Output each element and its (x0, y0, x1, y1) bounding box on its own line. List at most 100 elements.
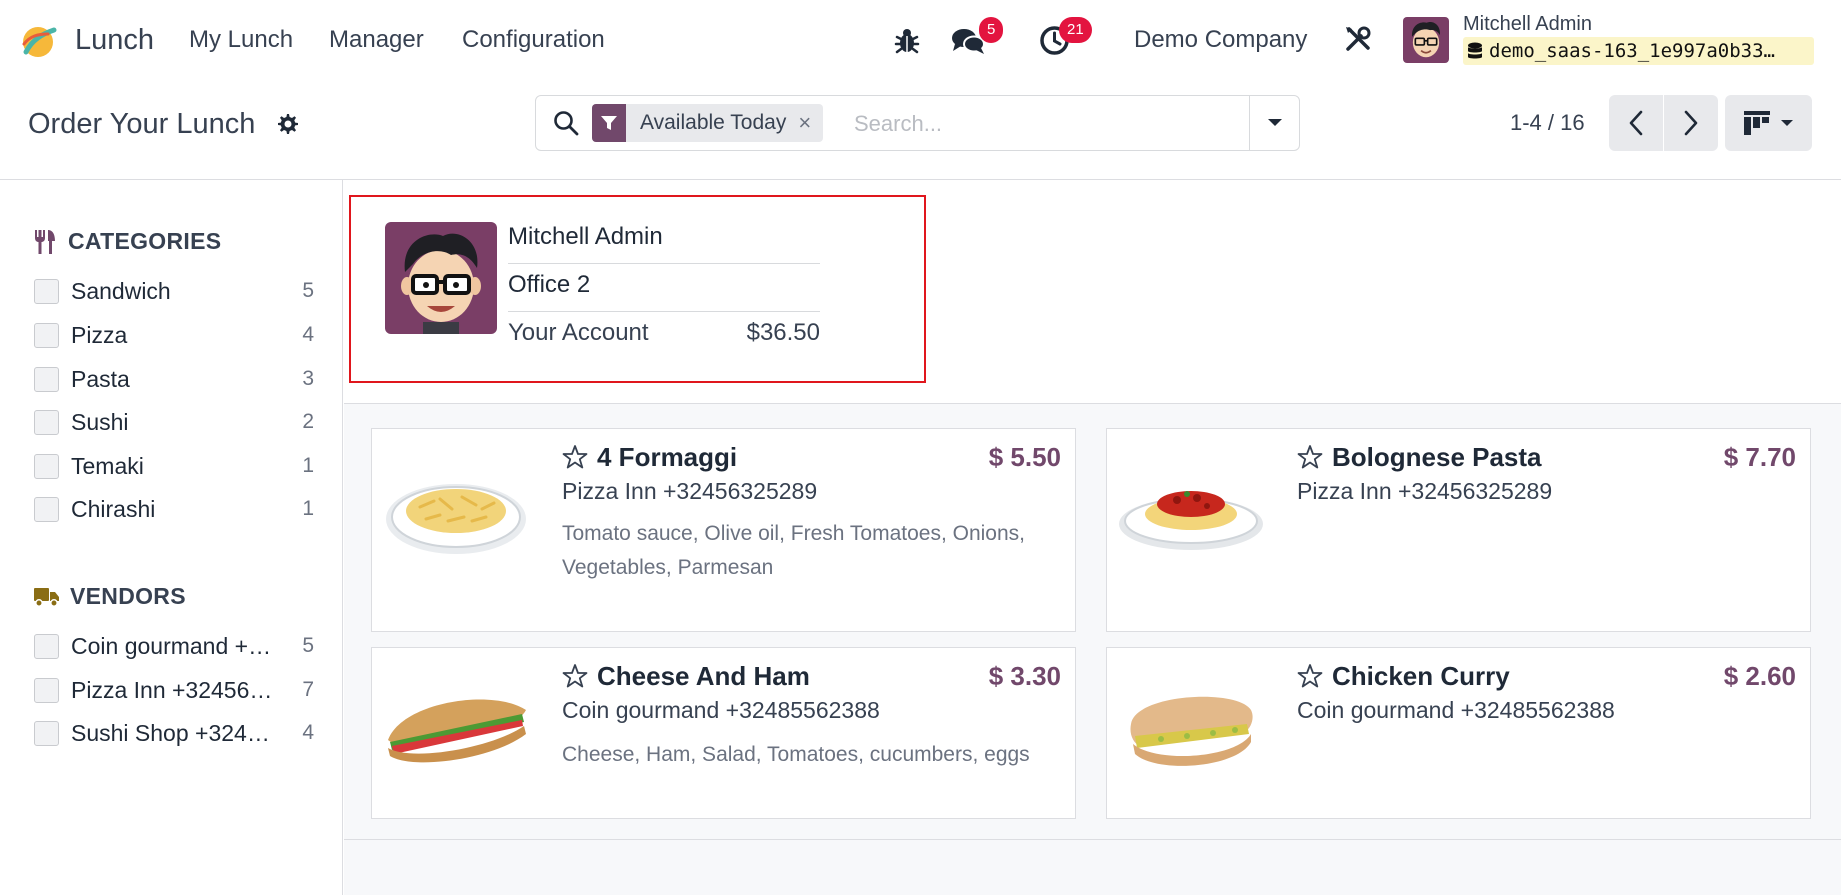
messages-badge: 5 (979, 17, 1004, 43)
star-icon[interactable] (562, 444, 588, 470)
product-vendor: Coin gourmand +32485562388 (1297, 697, 1615, 723)
product-vendor: Coin gourmand +32485562388 (562, 697, 880, 723)
category-checkbox[interactable] (34, 322, 59, 348)
category-checkbox[interactable] (34, 278, 59, 304)
filter-icon (592, 104, 626, 142)
search-facet: Available Today × (592, 104, 824, 142)
category-label: Temaki (71, 452, 144, 479)
category-label: Pizza (71, 321, 128, 348)
category-label: Chirashi (71, 495, 156, 522)
vendor-label: Coin gourmand +… (71, 632, 272, 659)
user-avatar[interactable] (385, 222, 497, 334)
category-item[interactable]: Sandwich 5 (34, 273, 314, 309)
category-label: Sushi (71, 408, 129, 435)
product-name: 4 Formaggi (597, 442, 738, 472)
star-icon[interactable] (562, 663, 588, 689)
product-card[interactable]: Cheese And Ham $ 3.30 Coin gourmand +324… (371, 647, 1076, 819)
category-checkbox[interactable] (34, 496, 59, 522)
vendor-checkbox[interactable] (34, 677, 59, 703)
star-icon[interactable] (1297, 444, 1323, 470)
account-balance: $36.50 (746, 319, 820, 346)
category-item[interactable]: Chirashi 1 (34, 491, 314, 527)
category-item[interactable]: Temaki 1 (34, 448, 314, 484)
search-icon[interactable] (552, 109, 580, 137)
bug-icon[interactable] (893, 25, 921, 55)
search-options-toggle[interactable] (1249, 96, 1299, 150)
user-avatar-small[interactable] (1403, 17, 1449, 63)
search-panel: CATEGORIES Sandwich 5 Pizza 4 Pasta 3 Sushi… (0, 180, 343, 895)
product-card[interactable]: Bolognese Pasta $ 7.70 Pizza Inn +324563… (1106, 428, 1811, 632)
kanban-bottom-divider (344, 839, 1841, 840)
user-name-field[interactable]: Mitchell Admin (508, 223, 820, 251)
app-logo-icon[interactable] (18, 22, 58, 62)
vendor-count: 4 (302, 721, 314, 744)
kanban-view-icon (1743, 111, 1770, 135)
product-price: $ 7.70 (1723, 442, 1796, 472)
search-bar: Available Today × (535, 95, 1300, 151)
vendor-item[interactable]: Coin gourmand +… 5 (34, 628, 314, 664)
product-name: Bolognese Pasta (1332, 442, 1542, 472)
pager-value[interactable]: 1-4 / 16 (1510, 106, 1585, 140)
category-count: 5 (302, 279, 314, 302)
vendor-label: Pizza Inn +32456… (71, 676, 273, 703)
app-name[interactable]: Lunch (75, 20, 154, 60)
category-count: 1 (302, 454, 314, 477)
category-item[interactable]: Pasta 3 (34, 361, 314, 397)
view-switcher-button[interactable] (1725, 95, 1812, 151)
gear-icon[interactable] (276, 112, 300, 136)
vendor-checkbox[interactable] (34, 720, 59, 746)
pager-previous-button[interactable] (1609, 95, 1663, 151)
highlight-box: Mitchell Admin Office 2 Your Account $36… (349, 195, 926, 383)
vendor-count: 7 (302, 678, 314, 701)
caret-down-icon (1780, 119, 1793, 126)
category-item[interactable]: Sushi 2 (34, 404, 314, 440)
category-label: Pasta (71, 365, 130, 392)
category-count: 1 (302, 497, 314, 520)
truck-icon (34, 587, 59, 607)
location-field[interactable]: Office 2 (508, 271, 820, 299)
vendor-checkbox[interactable] (34, 633, 59, 659)
category-checkbox[interactable] (34, 366, 59, 392)
product-price: $ 3.30 (988, 661, 1061, 691)
account-label: Your Account (508, 319, 649, 346)
lunch-user-panel: Mitchell Admin Office 2 Your Account $36… (344, 180, 1841, 404)
categories-header: CATEGORIES (34, 228, 221, 255)
database-name: demo_saas-163_1e997a0b33… (1489, 40, 1775, 62)
product-image (388, 699, 526, 763)
product-description: Tomato sauce, Olive oil, Fresh Tomatoes,… (562, 522, 1025, 579)
vendor-item[interactable]: Pizza Inn +32456… 7 (34, 672, 314, 708)
pager-next-button[interactable] (1664, 95, 1718, 151)
facet-remove-button[interactable]: × (798, 104, 823, 142)
vendor-label: Sushi Shop +324… (71, 719, 270, 746)
product-image (1119, 491, 1263, 550)
field-underline (508, 263, 820, 264)
database-indicator: demo_saas-163_1e997a0b33… (1463, 37, 1814, 65)
user-menu-name[interactable]: Mitchell Admin (1463, 11, 1592, 37)
database-icon (1468, 42, 1482, 59)
product-vendor: Pizza Inn +32456325289 (562, 478, 818, 504)
product-image (386, 484, 526, 554)
menu-configuration[interactable]: Configuration (462, 22, 605, 58)
product-card[interactable]: Chicken Curry $ 2.60 Coin gourmand +3248… (1106, 647, 1811, 819)
category-checkbox[interactable] (34, 453, 59, 479)
product-description: Cheese, Ham, Salad, Tomatoes, cucumbers,… (562, 743, 1030, 766)
menu-manager[interactable]: Manager (329, 22, 424, 58)
top-navbar: Lunch My Lunch Manager Configuration 5 2… (0, 0, 1841, 80)
chevron-right-icon (1684, 110, 1698, 136)
company-switcher[interactable]: Demo Company (1134, 22, 1307, 58)
product-name: Chicken Curry (1332, 661, 1510, 691)
tools-icon[interactable] (1343, 24, 1373, 54)
star-icon[interactable] (1297, 663, 1323, 689)
vendors-header: VENDORS (34, 583, 186, 610)
product-price: $ 2.60 (1723, 661, 1796, 691)
menu-my-lunch[interactable]: My Lunch (189, 22, 293, 58)
vendor-item[interactable]: Sushi Shop +324… 4 (34, 715, 314, 751)
field-underline (508, 311, 820, 312)
product-price: $ 5.50 (988, 442, 1061, 472)
category-item[interactable]: Pizza 4 (34, 317, 314, 353)
category-checkbox[interactable] (34, 409, 59, 435)
search-input[interactable] (854, 106, 1254, 142)
product-card[interactable]: 4 Formaggi $ 5.50 Pizza Inn +32456325289… (371, 428, 1076, 632)
category-label: Sandwich (71, 277, 171, 304)
category-count: 4 (302, 323, 314, 346)
